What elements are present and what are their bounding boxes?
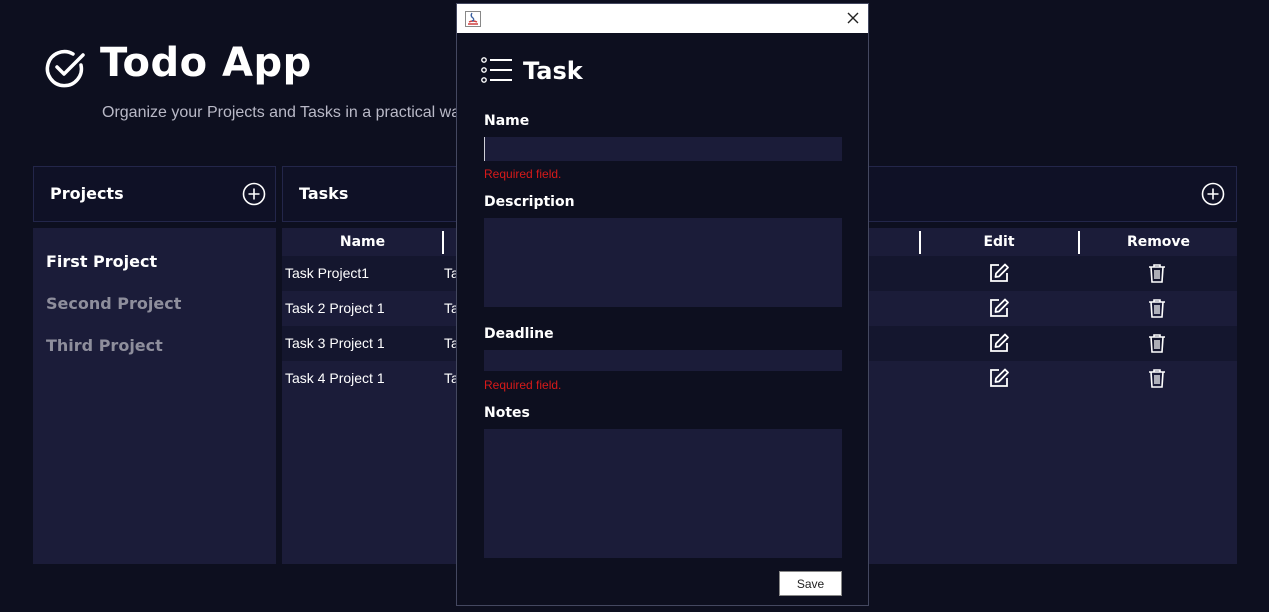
- projects-title: Projects: [50, 184, 124, 203]
- edit-icon[interactable]: [988, 262, 1010, 284]
- project-item-third[interactable]: Third Project: [46, 336, 163, 355]
- task-name: Task 4 Project 1: [285, 370, 385, 386]
- app-subtitle: Organize your Projects and Tasks in a pr…: [102, 104, 469, 121]
- notes-label: Notes: [484, 405, 530, 421]
- dialog-title: Task: [523, 57, 583, 85]
- trash-icon[interactable]: [1146, 262, 1168, 284]
- name-label: Name: [484, 113, 530, 129]
- description-input[interactable]: [484, 218, 842, 307]
- edit-icon[interactable]: [988, 297, 1010, 319]
- add-project-button[interactable]: [242, 182, 266, 206]
- project-item-second[interactable]: Second Project: [46, 294, 181, 313]
- close-icon[interactable]: [847, 12, 859, 24]
- column-separator[interactable]: [442, 231, 444, 254]
- app-title: Todo App: [100, 40, 312, 86]
- java-app-icon: [465, 11, 481, 27]
- add-task-button[interactable]: [1201, 182, 1225, 206]
- tasks-title: Tasks: [299, 184, 349, 203]
- trash-icon[interactable]: [1146, 297, 1168, 319]
- deadline-input[interactable]: [484, 350, 842, 371]
- projects-list: First Project Second Project Third Proje…: [33, 228, 276, 564]
- dialog-titlebar[interactable]: [457, 4, 868, 33]
- column-header-name[interactable]: Name: [282, 228, 443, 256]
- column-header-edit[interactable]: Edit: [920, 228, 1078, 256]
- trash-icon[interactable]: [1146, 367, 1168, 389]
- notes-input[interactable]: [484, 429, 842, 558]
- projects-header: Projects: [33, 166, 276, 222]
- name-input[interactable]: [484, 137, 842, 161]
- description-label: Description: [484, 194, 575, 210]
- project-item-first[interactable]: First Project: [46, 252, 157, 271]
- task-name: Task 2 Project 1: [285, 300, 385, 316]
- list-icon: [481, 57, 512, 83]
- deadline-error: Required field.: [484, 378, 562, 392]
- task-dialog: Task Name Required field. Description De…: [456, 3, 869, 606]
- column-header-remove[interactable]: Remove: [1080, 228, 1237, 256]
- task-name: Task Project1: [285, 265, 370, 281]
- name-error: Required field.: [484, 167, 562, 181]
- edit-icon[interactable]: [988, 332, 1010, 354]
- trash-icon[interactable]: [1146, 332, 1168, 354]
- save-button[interactable]: Save: [779, 571, 842, 596]
- check-circle-icon: [45, 49, 85, 88]
- task-name: Task 3 Project 1: [285, 335, 385, 351]
- edit-icon[interactable]: [988, 367, 1010, 389]
- deadline-label: Deadline: [484, 326, 554, 342]
